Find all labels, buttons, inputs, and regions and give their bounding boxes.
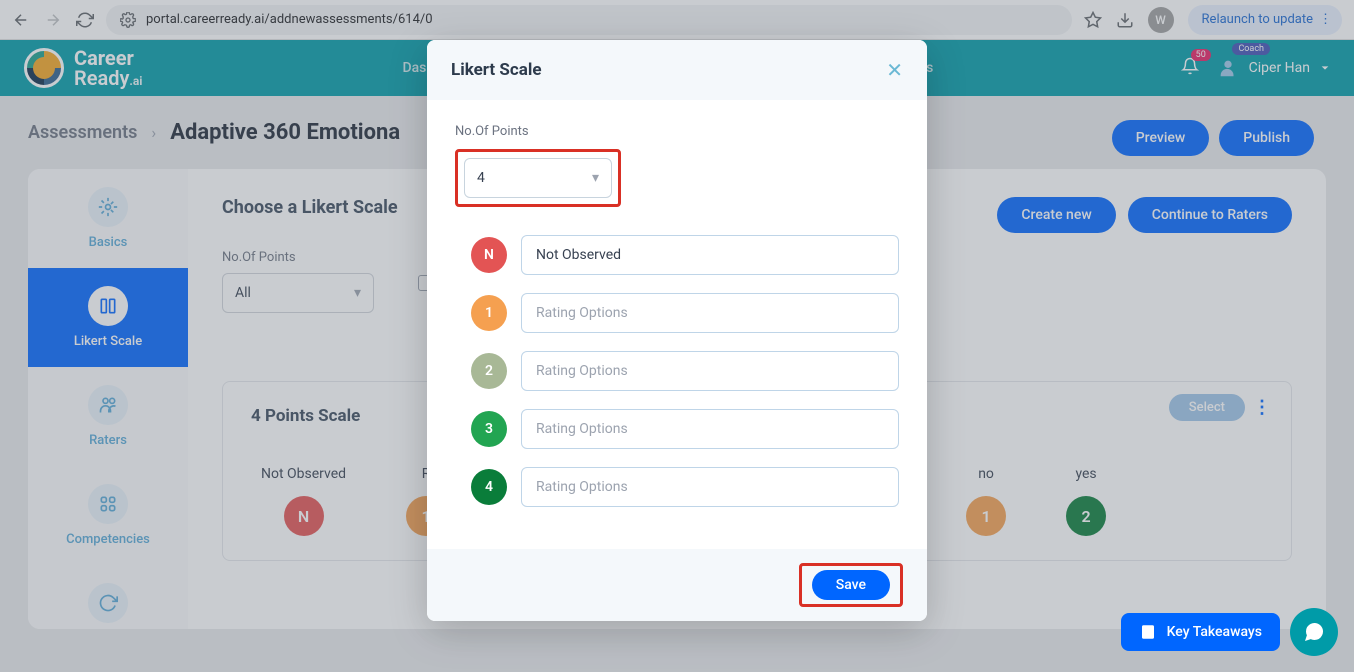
rating-input-4[interactable] <box>521 467 899 507</box>
chat-icon <box>1302 620 1326 644</box>
save-button[interactable]: Save <box>812 570 890 600</box>
rating-input-2[interactable] <box>521 351 899 391</box>
rating-input-1[interactable] <box>521 293 899 333</box>
likert-modal: Likert Scale ✕ No.Of Points 4 ▾ N 1 2 <box>427 40 927 621</box>
modal-overlay: Likert Scale ✕ No.Of Points 4 ▾ N 1 2 <box>0 0 1354 672</box>
rating-mark: N <box>471 237 507 273</box>
modal-title: Likert Scale <box>451 60 542 80</box>
save-highlight: Save <box>799 563 903 607</box>
points-select-highlight: 4 ▾ <box>455 149 621 207</box>
modal-points-label: No.Of Points <box>455 124 899 139</box>
close-icon[interactable]: ✕ <box>886 58 903 82</box>
rating-row-2: 2 <box>455 351 899 391</box>
rating-row-3: 3 <box>455 409 899 449</box>
rating-mark: 4 <box>471 469 507 505</box>
chat-fab[interactable] <box>1290 608 1338 656</box>
modal-body: No.Of Points 4 ▾ N 1 2 3 <box>427 100 927 549</box>
rating-mark: 1 <box>471 295 507 331</box>
rating-mark: 3 <box>471 411 507 447</box>
note-icon <box>1139 623 1157 641</box>
modal-header: Likert Scale ✕ <box>427 40 927 100</box>
rating-row-4: 4 <box>455 467 899 507</box>
rating-input-3[interactable] <box>521 409 899 449</box>
floating-actions: Key Takeaways <box>1121 608 1338 656</box>
points-select[interactable]: 4 ▾ <box>464 158 612 198</box>
rating-row-n: N <box>455 235 899 275</box>
chevron-down-icon: ▾ <box>592 170 599 186</box>
rating-input-n[interactable] <box>521 235 899 275</box>
rating-mark: 2 <box>471 353 507 389</box>
key-takeaways-button[interactable]: Key Takeaways <box>1121 613 1280 651</box>
modal-footer: Save <box>427 549 927 621</box>
rating-row-1: 1 <box>455 293 899 333</box>
